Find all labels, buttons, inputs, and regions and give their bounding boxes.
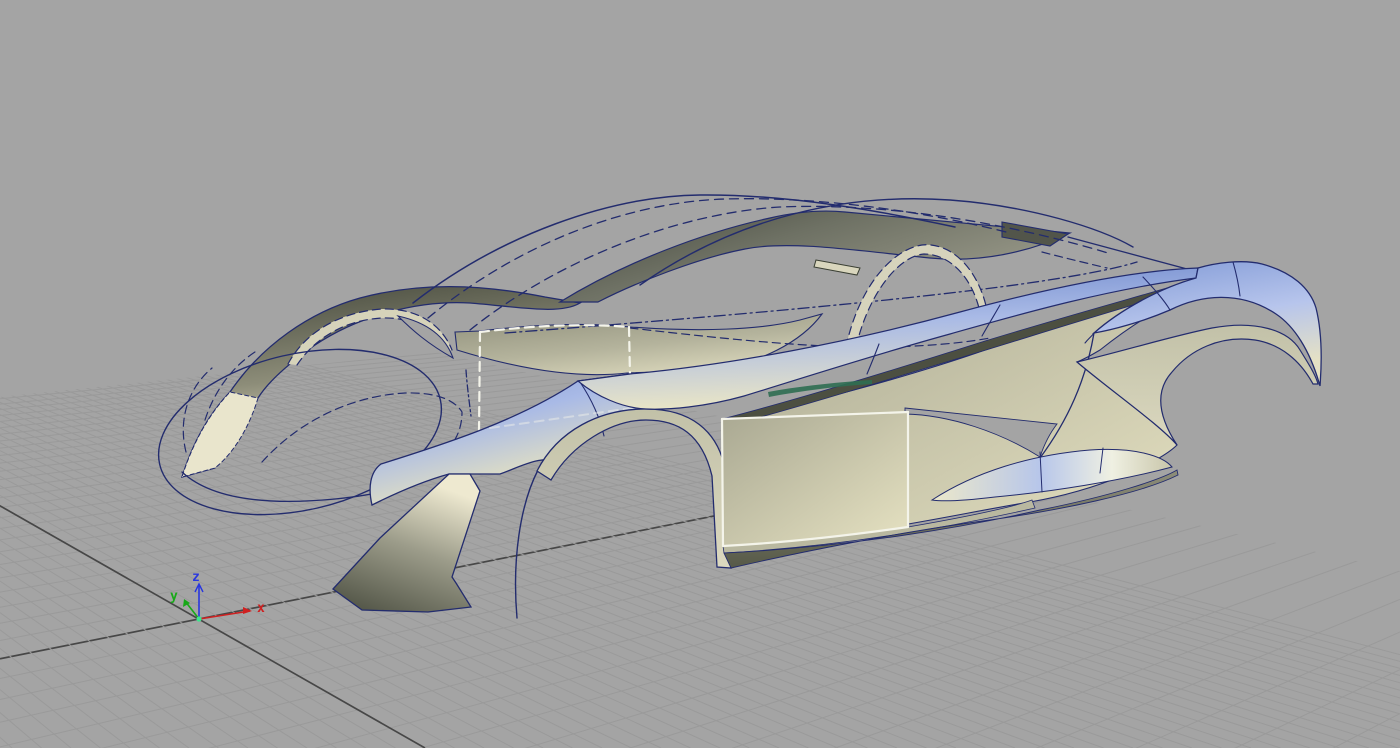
3d-viewport[interactable]: x y z: [0, 0, 1400, 748]
y-axis-label: y: [170, 589, 178, 604]
viewport-canvas[interactable]: x y z: [0, 0, 1400, 748]
fg-door-surface[interactable]: [722, 412, 908, 546]
origin-dot: [196, 616, 201, 621]
door-left-edge[interactable]: [722, 419, 723, 546]
x-axis-label: x: [257, 601, 265, 616]
z-axis-label: z: [192, 570, 200, 585]
